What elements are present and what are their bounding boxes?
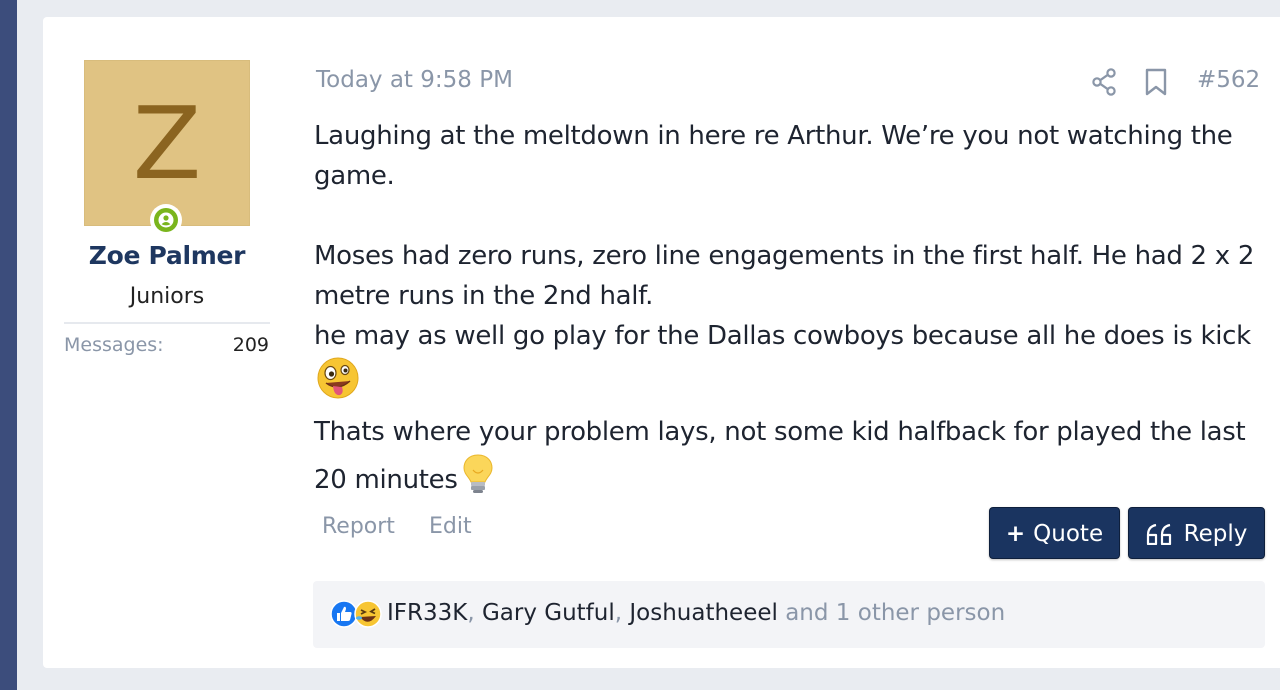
quote-mark-icon — [1146, 523, 1171, 546]
report-link[interactable]: Report — [322, 514, 395, 539]
plus-icon: + — [1005, 521, 1026, 547]
edit-link[interactable]: Edit — [429, 514, 472, 539]
post-line: Moses had zero runs, zero line engagemen… — [314, 241, 1255, 311]
post-line-text: Thats where your problem lays, not some … — [314, 417, 1246, 495]
reaction-user-link[interactable]: IFR33K — [387, 600, 467, 626]
post-body: Laughing at the meltdown in here re Arth… — [314, 116, 1264, 508]
reactions-bar: IFR33K, Gary Gutful, Joshuatheeel and 1 … — [313, 581, 1265, 648]
post-line-text: he may as well go play for the Dallas co… — [314, 321, 1251, 351]
reply-button[interactable]: Reply — [1128, 507, 1265, 559]
quote-button-label: Quote — [1033, 521, 1104, 547]
online-status-icon — [150, 204, 182, 236]
share-icon[interactable] — [1091, 68, 1117, 100]
page-left-strip — [0, 0, 17, 690]
post-number-link[interactable]: #562 — [1197, 67, 1260, 93]
reaction-icons[interactable] — [330, 600, 384, 628]
quote-button[interactable]: + Quote — [989, 507, 1120, 559]
username-link[interactable]: Zoe Palmer — [64, 241, 270, 270]
post-line: he may as well go play for the Dallas co… — [314, 316, 1264, 412]
reply-button-label: Reply — [1183, 521, 1248, 547]
messages-label: Messages: — [64, 334, 164, 356]
bookmark-icon[interactable] — [1144, 68, 1168, 100]
post-date-link[interactable]: Today at 9:58 PM — [316, 67, 513, 93]
post-paragraph: Laughing at the meltdown in here re Arth… — [314, 121, 1233, 191]
like-icon — [330, 600, 358, 628]
reaction-user-link[interactable]: Gary Gutful — [482, 600, 615, 626]
laugh-icon — [354, 600, 382, 628]
user-title: Juniors — [129, 284, 205, 309]
reaction-user-link[interactable]: Joshuatheeel — [629, 600, 778, 626]
avatar[interactable]: Z — [84, 60, 250, 226]
reaction-separator: , — [467, 600, 482, 626]
zany-face-emoji — [316, 356, 360, 412]
reaction-separator: , — [614, 600, 630, 626]
reactions-others-link[interactable]: and 1 other person — [778, 600, 1005, 626]
light-bulb-emoji — [460, 452, 496, 508]
post-line: Thats where your problem lays, not some … — [314, 412, 1264, 508]
user-divider — [64, 322, 270, 324]
messages-count: 209 — [232, 334, 269, 356]
reactions-list: IFR33K, Gary Gutful, Joshuatheeel and 1 … — [387, 600, 1005, 626]
